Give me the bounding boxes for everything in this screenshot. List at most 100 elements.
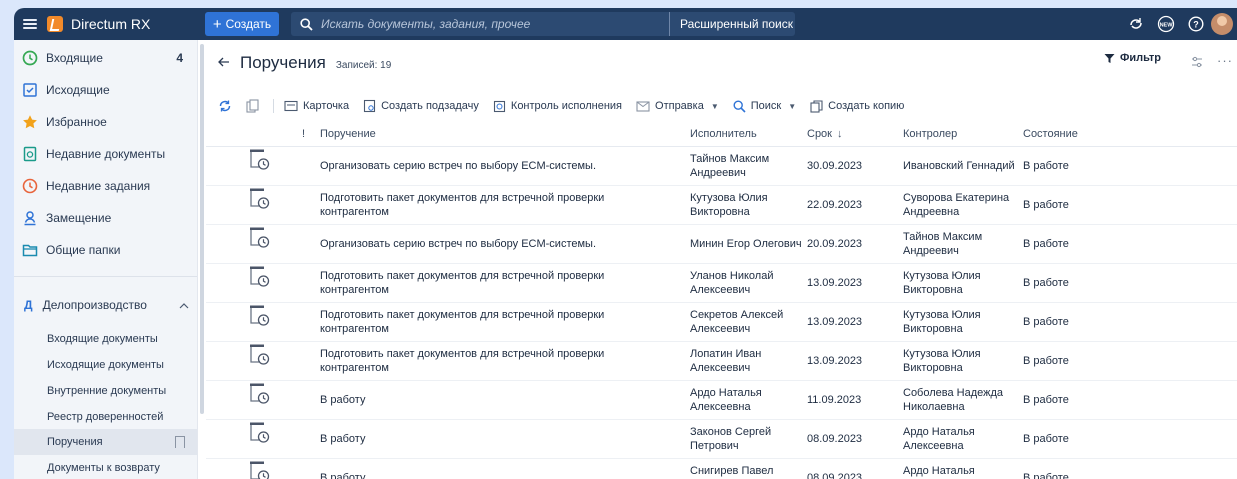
inbox-count-badge: 4 bbox=[176, 51, 183, 65]
table-row[interactable]: Организовать серию встреч по выбору ECM-… bbox=[206, 225, 1237, 264]
sidebar-item-outbox[interactable]: Исходящие bbox=[14, 74, 197, 106]
table-row[interactable]: Подготовить пакет документов для встречн… bbox=[206, 303, 1237, 342]
sort-down-icon: ↓ bbox=[837, 128, 843, 140]
column-header-controller[interactable]: Контролер bbox=[903, 122, 957, 146]
back-arrow-icon[interactable] bbox=[218, 54, 230, 72]
user-avatar[interactable] bbox=[1211, 13, 1233, 35]
filter-button[interactable]: Фильтр bbox=[1104, 52, 1161, 64]
create-subtask-button[interactable]: Создать подзадачу bbox=[363, 99, 479, 113]
card-button[interactable]: Карточка bbox=[284, 100, 349, 112]
recent-task-icon bbox=[22, 178, 38, 194]
directum-logo-icon bbox=[47, 16, 63, 32]
top-right-icons: NEW ? bbox=[1121, 8, 1237, 40]
table-row[interactable]: Организовать серию встреч по выбору ECM-… bbox=[206, 147, 1237, 186]
advanced-search-button[interactable]: Расширенный поиск bbox=[669, 12, 795, 36]
cell-state: В работе bbox=[1023, 433, 1069, 445]
cell-controller: Ардо Наталья Алексеевна bbox=[903, 465, 975, 477]
cell-executor: Секретов Алексей Алексеевич bbox=[690, 309, 784, 335]
column-header-importance[interactable]: ! bbox=[302, 122, 305, 146]
new-features-icon[interactable]: NEW bbox=[1151, 15, 1181, 33]
column-header-deadline[interactable]: Срок ↓ bbox=[807, 122, 843, 146]
assignment-type-icon bbox=[248, 381, 270, 405]
top-bar: Directum RX + Создать Расширенный поиск … bbox=[14, 8, 1237, 40]
deadline-header-label: Срок bbox=[807, 128, 832, 140]
cell-task: Подготовить пакет документов для встречн… bbox=[320, 270, 605, 296]
execution-control-label: Контроль исполнения bbox=[510, 100, 623, 112]
column-header-executor[interactable]: Исполнитель bbox=[690, 122, 757, 146]
search-icon bbox=[733, 99, 746, 113]
create-button-label: Создать bbox=[225, 17, 272, 31]
sidebar-subitem-power-of-attorney-registry[interactable]: Реестр доверенностей bbox=[14, 404, 197, 430]
sidebar-item-shared-folders[interactable]: Общие папки bbox=[14, 234, 197, 266]
sidebar-section-records-management[interactable]: Д Делопроизводство bbox=[14, 290, 197, 320]
cell-controller: Ивановский Геннадий bbox=[903, 160, 1015, 172]
sidebar-subitem-documents-to-return[interactable]: Документы к возврату bbox=[14, 455, 197, 479]
help-icon[interactable]: ? bbox=[1181, 16, 1211, 32]
table-row[interactable]: В работу Законов Сергей Петрович 08.09.202… bbox=[206, 420, 1237, 459]
sidebar-subitem-outgoing-documents[interactable]: Исходящие документы bbox=[14, 352, 197, 378]
cell-controller: Кутузова Юлия Викторовна bbox=[903, 348, 981, 374]
assignment-type-icon bbox=[248, 147, 270, 171]
sidebar-subitem-internal-documents[interactable]: Внутренние документы bbox=[14, 378, 197, 404]
bookmark-icon[interactable] bbox=[175, 436, 185, 448]
cell-executor: Минин Егор Олегович bbox=[690, 238, 802, 250]
sidebar-item-substitution[interactable]: Замещение bbox=[14, 202, 197, 234]
column-header-state[interactable]: Состояние bbox=[1023, 122, 1078, 146]
card-button-label: Карточка bbox=[303, 100, 350, 112]
cell-controller: Тайнов Максим Андреевич bbox=[903, 231, 983, 257]
sidebar-item-favorites[interactable]: Избранное bbox=[14, 106, 197, 138]
search-box bbox=[291, 12, 669, 36]
sidebar-item-label: Избранное bbox=[46, 115, 107, 129]
table-row[interactable]: В работу Снигирев Павел Владимирович 08.09… bbox=[206, 459, 1237, 479]
user-icon bbox=[22, 210, 38, 226]
sidebar-item-recent-documents[interactable]: Недавние документы bbox=[14, 138, 197, 170]
table-row[interactable]: Подготовить пакет документов для встречн… bbox=[206, 264, 1237, 303]
sidebar-item-label: Недавние задания bbox=[46, 179, 151, 193]
search-dropdown[interactable]: Поиск ▼ bbox=[733, 99, 796, 113]
sidebar-scrollbar[interactable] bbox=[200, 44, 204, 414]
brand-name: Directum RX bbox=[71, 16, 151, 32]
cell-controller: Кутузова Юлия Викторовна bbox=[903, 270, 981, 296]
sidebar-subitem-incoming-documents[interactable]: Входящие документы bbox=[14, 326, 197, 352]
table-row[interactable]: Подготовить пакет документов для встречн… bbox=[206, 342, 1237, 381]
page-header: Поручения Записей: 19 Фильтр ··· bbox=[206, 50, 1237, 76]
send-label: Отправка bbox=[655, 100, 704, 112]
cell-state: В работе bbox=[1023, 277, 1069, 289]
send-dropdown[interactable]: Отправка ▼ bbox=[636, 100, 719, 112]
create-copy-label: Создать копию bbox=[828, 100, 905, 112]
search-input[interactable] bbox=[319, 16, 653, 32]
sidebar-item-recent-tasks[interactable]: Недавние задания bbox=[14, 170, 197, 202]
table-body: Организовать серию встреч по выбору ECM-… bbox=[206, 147, 1237, 479]
sidebar-item-label: Недавние документы bbox=[46, 147, 166, 161]
sidebar-item-inbox[interactable]: Входящие 4 bbox=[14, 42, 197, 74]
cell-executor: Ардо Наталья Алексеевна bbox=[690, 387, 762, 413]
more-options-icon[interactable]: ··· bbox=[1217, 53, 1233, 68]
cell-deadline: 13.09.2023 bbox=[807, 355, 863, 367]
cell-executor: Тайнов Максим Андреевич bbox=[690, 153, 770, 179]
chevron-up-icon[interactable] bbox=[179, 298, 189, 312]
cell-state: В работе bbox=[1023, 394, 1069, 406]
cell-controller: Ардо Наталья Алексеевна bbox=[903, 426, 975, 452]
records-count: Записей: 19 bbox=[335, 59, 392, 71]
assignment-type-icon bbox=[248, 342, 270, 366]
help-symbol-text: ? bbox=[1193, 20, 1199, 30]
table-row[interactable]: Подготовить пакет документов для встречн… bbox=[206, 186, 1237, 225]
select-all-icon[interactable] bbox=[246, 99, 259, 113]
create-copy-button[interactable]: Создать копию bbox=[810, 99, 905, 113]
execution-control-button[interactable]: Контроль исполнения bbox=[493, 100, 622, 113]
section-label: Делопроизводство bbox=[42, 298, 147, 312]
table-row[interactable]: В работу Ардо Наталья Алексеевна 11.09.202… bbox=[206, 381, 1237, 420]
cell-task: Подготовить пакет документов для встречн… bbox=[320, 348, 605, 374]
column-header-task[interactable]: Поручение bbox=[320, 122, 376, 146]
create-button[interactable]: + Создать bbox=[205, 12, 279, 36]
refresh-icon[interactable] bbox=[218, 99, 232, 113]
sidebar-subitem-assignments[interactable]: Поручения bbox=[14, 429, 197, 455]
assignment-type-icon bbox=[248, 459, 270, 479]
menu-icon[interactable] bbox=[23, 19, 37, 29]
column-settings-icon[interactable] bbox=[1191, 55, 1203, 73]
cell-task: В работу bbox=[320, 472, 366, 479]
create-subtask-label: Создать подзадачу bbox=[381, 100, 479, 112]
sidebar-subitem-label: Поручения bbox=[47, 436, 103, 448]
sync-icon[interactable] bbox=[1121, 16, 1151, 32]
assignment-type-icon bbox=[248, 186, 270, 210]
